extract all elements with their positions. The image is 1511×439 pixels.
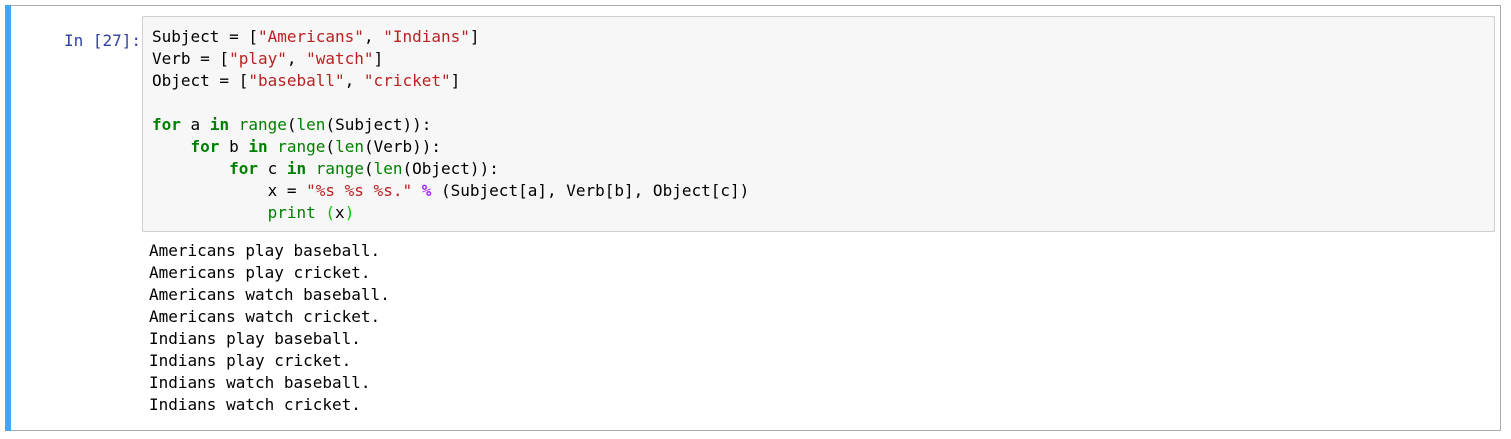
code-token: Object = [ [152, 71, 249, 90]
code-token: ( [325, 203, 336, 222]
code-line: Verb = ["play", "watch"] [152, 48, 749, 70]
code-token: ] [450, 71, 461, 90]
code-token: ] [373, 49, 384, 68]
code-token: (Subject)): [325, 115, 432, 134]
code-token: ] [469, 27, 480, 46]
code-token: ) [344, 203, 355, 222]
code-line: Subject = ["Americans", "Indians"] [152, 26, 749, 48]
input-prompt: In [27]: [63, 31, 141, 50]
code-token: ( [363, 159, 374, 178]
code-token: range [315, 159, 364, 178]
output-line: Indians play cricket. [149, 351, 352, 370]
output-line: Indians play baseball. [149, 329, 361, 348]
output-line: Americans play cricket. [149, 263, 371, 282]
code-token: , [344, 71, 364, 90]
code-line: x = "%s %s %s." % (Subject[a], Verb[b], … [152, 180, 750, 202]
code-token: b [219, 137, 249, 156]
code-token: in [209, 115, 230, 134]
code-token: Verb = [ [152, 49, 230, 68]
output-text: Americans play baseball. Americans play c… [149, 240, 390, 416]
code-token: (Subject[a], Verb[b], Object[c]) [431, 181, 750, 200]
code-token: print [267, 203, 316, 222]
code-token: "Indians" [383, 27, 470, 46]
code-token: , [286, 49, 307, 68]
code-token: in [248, 137, 268, 156]
code-text[interactable]: Subject = ["Americans", "Indians"] Verb =… [152, 26, 749, 224]
code-token: len [296, 115, 326, 134]
code-token: c [257, 159, 287, 178]
code-token: range [238, 115, 287, 134]
code-token: (Object)): [402, 159, 499, 178]
output-area: Americans play baseball. Americans play c… [149, 240, 390, 416]
code-token: len [335, 137, 364, 156]
code-token: for [229, 159, 258, 178]
code-token: ( [325, 137, 336, 156]
code-token: x = [152, 181, 307, 200]
code-token: "Americans" [257, 27, 364, 46]
cell-selection-bar [5, 5, 11, 431]
code-token: len [373, 159, 403, 178]
code-token: "play" [229, 49, 287, 68]
code-line: Object = ["baseball", "cricket"] [152, 70, 749, 92]
code-token: (Verb)): [363, 137, 442, 156]
code-token: "watch" [306, 49, 374, 68]
code-token: ( [286, 115, 297, 134]
output-line: Americans play baseball. [149, 241, 381, 260]
code-line: for a in range(len(Subject)): [152, 114, 749, 136]
code-line: for b in range(len(Verb)): [152, 136, 749, 158]
output-line: Indians watch baseball. [149, 373, 371, 392]
output-line: Americans watch cricket. [149, 307, 381, 326]
code-token: a [180, 115, 210, 134]
notebook-cell[interactable]: In [27]: Subject = ["Americans", "Indian… [5, 5, 1501, 431]
code-token: "%s %s %s." [306, 181, 413, 200]
code-line: print (x) [152, 202, 749, 224]
output-line: Indians watch cricket. [149, 395, 361, 414]
code-token: Subject = [ [152, 27, 258, 46]
code-token: for [190, 137, 220, 156]
code-editor[interactable]: Subject = ["Americans", "Indians"] Verb =… [142, 16, 1495, 232]
code-line: for c in range(len(Object)): [152, 158, 749, 180]
code-token: "cricket" [363, 71, 451, 90]
code-token: , [363, 27, 384, 46]
code-token: % [421, 181, 432, 200]
code-token: "baseball" [248, 71, 345, 90]
output-line: Americans watch baseball. [149, 285, 390, 304]
code-token: for [152, 115, 181, 134]
code-token: in [286, 159, 307, 178]
code-token: range [277, 137, 326, 156]
code-token: x [335, 203, 345, 222]
